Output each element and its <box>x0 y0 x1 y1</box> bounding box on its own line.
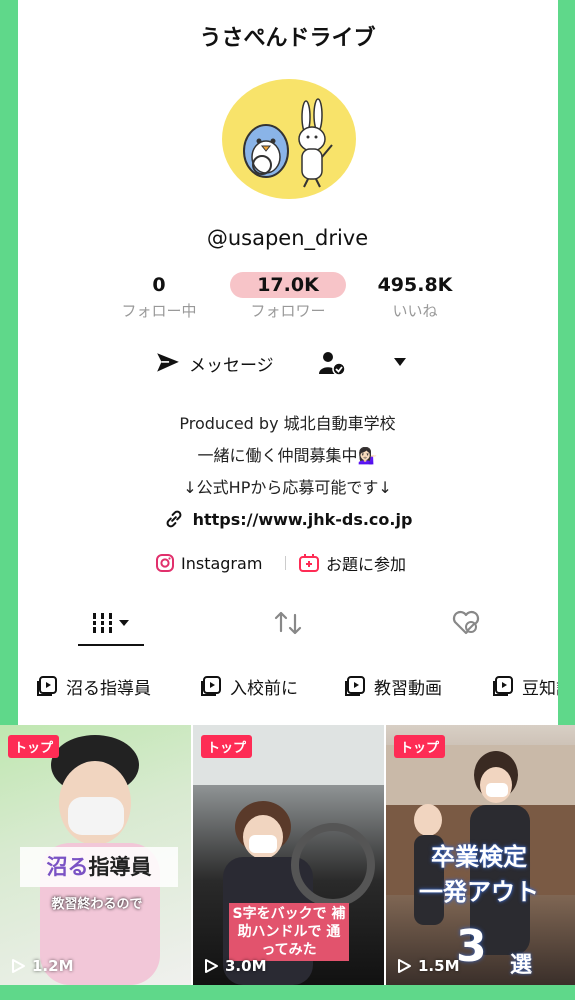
user-check-icon <box>319 352 346 376</box>
likes-count: 495.8K <box>377 274 453 296</box>
followers-label: フォロワー <box>250 302 326 320</box>
stat-followers[interactable]: 17.0K フォロワー <box>230 272 346 321</box>
grid-icon <box>91 613 129 633</box>
instagram-link[interactable]: Instagram <box>155 549 262 577</box>
view-count-value: 1.5M <box>418 957 460 975</box>
message-label: メッセージ <box>189 355 274 376</box>
playlist-icon <box>37 676 57 696</box>
view-count-value: 3.0M <box>225 957 267 975</box>
playlist-item[interactable]: 入校前に <box>200 668 298 704</box>
playlist-label: 入校前に <box>230 678 298 699</box>
pinned-badge: トップ <box>8 735 60 758</box>
playlist-item[interactable]: 教習動画 <box>344 668 442 704</box>
follow-status-button[interactable] <box>318 350 346 380</box>
send-icon <box>157 353 179 372</box>
tab-videos[interactable] <box>78 600 144 646</box>
video-grid: トップ 沼る指導員 教習終わるので 1.2M トップ S字をバックで 補助ハンド… <box>0 725 575 985</box>
profile-link[interactable]: https://www.jhk-ds.co.jp <box>0 508 575 530</box>
topic-plus-icon <box>299 554 319 572</box>
link-url: https://www.jhk-ds.co.jp <box>192 509 413 529</box>
video-caption: 沼る指導員 <box>20 847 178 887</box>
caption-line: 卒業検定 <box>431 843 527 871</box>
view-count: 3.0M <box>203 957 267 975</box>
video-thumbnail[interactable]: トップ 沼る指導員 教習終わるので 1.2M <box>0 725 191 985</box>
stat-following[interactable]: 0 フォロー中 <box>110 272 208 321</box>
more-options-button[interactable] <box>391 354 409 373</box>
bio: Produced by 城北自動車学校 一緒に働く仲間募集中💁🏻‍♀️ ↓公式H… <box>0 408 575 504</box>
bio-line: Produced by 城北自動車学校 <box>179 414 396 433</box>
tab-reposts[interactable] <box>268 600 308 646</box>
playlist-icon <box>201 676 221 696</box>
profile-badges: Instagram お題に参加 <box>0 549 575 577</box>
instagram-label: Instagram <box>181 553 263 573</box>
profile-handle: @usapen_drive <box>206 226 369 250</box>
badge-divider <box>285 556 286 570</box>
bio-line: 一緒に働く仲間募集中💁🏻‍♀️ <box>197 446 378 465</box>
following-count: 0 <box>152 274 166 296</box>
playlist-item[interactable]: 豆知識 <box>492 668 558 704</box>
playlist-label: 沼る指導員 <box>66 678 151 699</box>
caption-text: 指導員 <box>88 855 152 879</box>
pinned-badge: トップ <box>394 735 446 758</box>
caption-line: 一発アウト <box>419 878 539 906</box>
video-caption: 卒業検定 一発アウト <box>394 837 564 907</box>
followers-count: 17.0K <box>230 272 346 298</box>
likes-label: いいね <box>392 302 438 320</box>
message-button[interactable]: メッセージ <box>155 348 274 378</box>
hidden-heart-icon <box>452 610 480 635</box>
caption-number: 3 <box>456 921 487 972</box>
instagram-icon <box>156 554 174 572</box>
profile-tabs <box>18 600 558 646</box>
caption-end: 選 <box>510 953 533 978</box>
video-thumbnail[interactable]: トップ 卒業検定 一発アウト 3 選 1.5M <box>386 725 575 985</box>
view-count-value: 1.2M <box>32 957 74 975</box>
playlist-item[interactable]: 沼る指導員 <box>36 668 151 704</box>
video-thumbnail[interactable]: トップ S字をバックで 補助ハンドルで 通ってみた 3.0M <box>193 725 384 985</box>
topic-label: お題に参加 <box>326 555 407 574</box>
video-subcaption: 教習終わるので <box>51 897 143 912</box>
playlist-label: 教習動画 <box>374 678 442 699</box>
playlist-row: 沼る指導員 入校前に 教習動画 豆知識 <box>18 668 558 704</box>
pinned-badge: トップ <box>201 735 253 758</box>
repost-icon <box>274 611 302 635</box>
view-count: 1.2M <box>10 957 74 975</box>
stat-likes[interactable]: 495.8K いいね <box>362 272 468 321</box>
tab-liked[interactable] <box>446 600 486 646</box>
avatar-illustration <box>243 98 333 188</box>
link-icon <box>166 510 181 528</box>
profile-actions: メッセージ <box>0 348 575 378</box>
avatar[interactable] <box>222 79 356 199</box>
playlist-label: 豆知識 <box>522 678 558 699</box>
play-icon <box>12 959 25 973</box>
video-caption: S字をバックで 補助ハンドルで 通ってみた <box>229 903 349 961</box>
view-count: 1.5M <box>396 957 460 975</box>
play-icon <box>398 959 411 973</box>
bio-line: ↓公式HPから応募可能です↓ <box>183 478 392 497</box>
caret-down-icon <box>394 358 406 366</box>
following-label: フォロー中 <box>121 302 197 320</box>
topic-join-button[interactable]: お題に参加 <box>298 549 406 577</box>
caption-accent: 沼る <box>46 855 89 879</box>
playlist-icon <box>493 676 513 696</box>
page-title: うさぺんドライブ <box>199 26 376 51</box>
play-icon <box>205 959 218 973</box>
bottom-border <box>0 985 575 1000</box>
playlist-icon <box>345 676 365 696</box>
